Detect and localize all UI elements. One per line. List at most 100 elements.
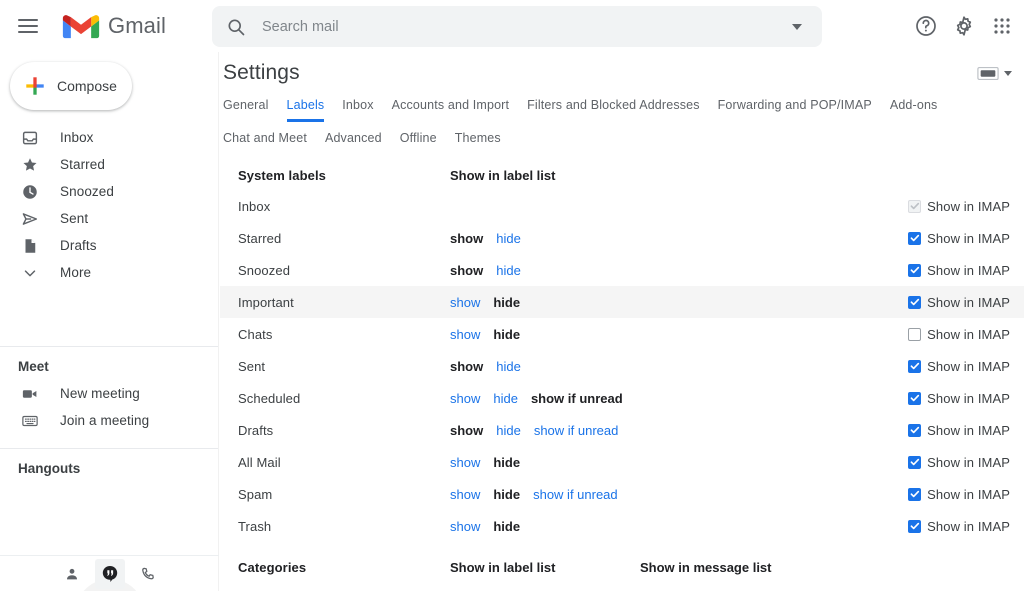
show-in-imap-label: Show in IMAP xyxy=(927,262,1010,278)
sidebar-item-more[interactable]: More xyxy=(0,259,218,286)
label-list-actions: show hide xyxy=(450,519,640,534)
label-name: Spam xyxy=(238,486,273,502)
show-in-imap-checkbox[interactable] xyxy=(908,391,922,405)
link-hide: hide xyxy=(493,326,521,342)
brand[interactable]: Gmail xyxy=(62,12,166,41)
sidebar-item-inbox[interactable]: Inbox xyxy=(0,124,218,151)
table-row[interactable]: Starred show hide Show in IMAP xyxy=(220,222,1024,254)
table-row[interactable]: All Mail show hide Show in IMAP xyxy=(220,446,1024,478)
table-row[interactable]: Drafts show hide show if unread Show in IMAP xyxy=(220,414,1024,446)
search-input[interactable] xyxy=(262,18,792,35)
sidebar-item-starred[interactable]: Starred xyxy=(0,151,218,178)
sidebar-item-join-meeting[interactable]: Join a meeting xyxy=(0,407,218,434)
show-in-imap-checkbox[interactable] xyxy=(908,327,922,341)
clock-icon xyxy=(20,182,40,202)
show-in-imap-checkbox[interactable] xyxy=(908,295,922,309)
search-bar[interactable] xyxy=(212,6,822,47)
tab-filters-and-blocked-addresses[interactable]: Filters and Blocked Addresses xyxy=(527,98,700,122)
column-header-show-in-label-list: Show in label list xyxy=(450,559,556,575)
tab-add-ons[interactable]: Add-ons xyxy=(890,98,938,122)
link-show-if-unread[interactable]: show if unread xyxy=(533,487,618,502)
input-tools-button[interactable] xyxy=(977,66,1012,81)
plus-icon xyxy=(26,77,44,95)
help-icon[interactable] xyxy=(914,14,938,38)
table-row[interactable]: Categoriesshowhide xyxy=(220,582,1024,591)
tab-general[interactable]: General xyxy=(223,98,269,122)
link-hide[interactable]: hide xyxy=(496,231,521,246)
link-show[interactable]: show xyxy=(450,327,480,342)
show-in-imap-checkbox[interactable] xyxy=(908,455,922,469)
table-row[interactable]: Spam show hide show if unread Show in IMAP xyxy=(220,478,1024,510)
tab-accounts-and-import[interactable]: Accounts and Import xyxy=(392,98,510,122)
compose-button[interactable]: Compose xyxy=(10,62,132,110)
sidebar-item-label: Inbox xyxy=(60,130,94,145)
link-show[interactable]: show xyxy=(450,519,480,534)
table-row[interactable]: Sent show hide Show in IMAP xyxy=(220,350,1024,382)
label-name: Drafts xyxy=(238,422,274,438)
phone-icon[interactable] xyxy=(133,559,163,589)
show-in-imap-checkbox xyxy=(908,199,922,213)
tab-offline[interactable]: Offline xyxy=(400,131,437,155)
hamburger-menu-icon[interactable] xyxy=(18,15,40,37)
label-name: Snoozed xyxy=(238,262,291,278)
sidebar-item-label: Starred xyxy=(60,157,105,172)
gear-icon[interactable] xyxy=(952,14,976,38)
link-hide[interactable]: hide xyxy=(493,391,518,406)
show-in-imap-checkbox[interactable] xyxy=(908,423,922,437)
meet-heading: Meet xyxy=(18,359,49,374)
table-row[interactable]: Scheduled show hide show if unread Show in I… xyxy=(220,382,1024,414)
apps-grid-icon[interactable] xyxy=(990,14,1014,38)
show-in-imap-checkbox[interactable] xyxy=(908,519,922,533)
link-hide[interactable]: hide xyxy=(496,263,521,278)
label-list-actions: show hide show if unread xyxy=(450,423,640,438)
search-options-chevron-down-icon[interactable] xyxy=(792,23,802,30)
link-show[interactable]: show xyxy=(450,391,480,406)
show-in-imap-checkbox[interactable] xyxy=(908,487,922,501)
chevron-down-icon xyxy=(20,263,40,283)
table-row[interactable]: Inbox Show in IMAP xyxy=(220,190,1024,222)
link-show-if-unread: show if unread xyxy=(530,390,623,406)
link-show: show xyxy=(450,262,484,278)
sidebar: Compose Inbox Starred Snoozed Sent Draft… xyxy=(0,52,219,591)
link-hide[interactable]: hide xyxy=(496,359,521,374)
label-list-actions: show hide xyxy=(450,455,640,470)
tab-advanced[interactable]: Advanced xyxy=(325,131,382,155)
show-in-imap-label: Show in IMAP xyxy=(927,230,1010,246)
show-in-imap-checkbox[interactable] xyxy=(908,359,922,373)
hangouts-chat-icon[interactable] xyxy=(94,558,125,589)
tab-chat-and-meet[interactable]: Chat and Meet xyxy=(223,131,307,155)
tab-themes[interactable]: Themes xyxy=(455,131,501,155)
label-list-actions: show hide show if unread xyxy=(450,391,640,406)
link-hide[interactable]: hide xyxy=(496,423,521,438)
imap-cell: Show in IMAP xyxy=(908,423,1010,438)
column-header-name: Categories xyxy=(238,559,307,575)
sidebar-item-sent[interactable]: Sent xyxy=(0,205,218,232)
link-show[interactable]: show xyxy=(450,487,480,502)
tab-labels[interactable]: Labels xyxy=(286,98,325,122)
show-in-imap-checkbox[interactable] xyxy=(908,231,922,245)
sidebar-bottom-icon-strip xyxy=(0,555,219,591)
table-row[interactable]: Trash show hide Show in IMAP xyxy=(220,510,1024,542)
sidebar-item-drafts[interactable]: Drafts xyxy=(0,232,218,259)
sidebar-item-new-meeting[interactable]: New meeting xyxy=(0,380,218,407)
label-list-actions: show hide xyxy=(450,263,640,278)
table-row[interactable]: Snoozed show hide Show in IMAP xyxy=(220,254,1024,286)
table-row[interactable]: Chats show hide Show in IMAP xyxy=(220,318,1024,350)
show-in-imap-checkbox[interactable] xyxy=(908,263,922,277)
sidebar-item-snoozed[interactable]: Snoozed xyxy=(0,178,218,205)
imap-cell: Show in IMAP xyxy=(908,327,1010,342)
link-show-if-unread[interactable]: show if unread xyxy=(534,423,619,438)
column-header-show-in-label-list: Show in label list xyxy=(450,167,556,183)
link-show[interactable]: show xyxy=(450,455,480,470)
label-name: Sent xyxy=(238,358,266,374)
contacts-person-icon[interactable] xyxy=(57,559,87,589)
send-icon xyxy=(20,209,40,229)
link-show[interactable]: show xyxy=(450,295,480,310)
top-app-bar: Gmail xyxy=(0,0,1024,52)
tab-forwarding-and-pop-imap[interactable]: Forwarding and POP/IMAP xyxy=(718,98,872,122)
link-show: show xyxy=(450,358,484,374)
sidebar-item-label: More xyxy=(60,265,92,280)
tab-inbox[interactable]: Inbox xyxy=(342,98,373,122)
table-row[interactable]: Important show hide Show in IMAP xyxy=(220,286,1024,318)
show-in-imap-label: Show in IMAP xyxy=(927,390,1010,406)
